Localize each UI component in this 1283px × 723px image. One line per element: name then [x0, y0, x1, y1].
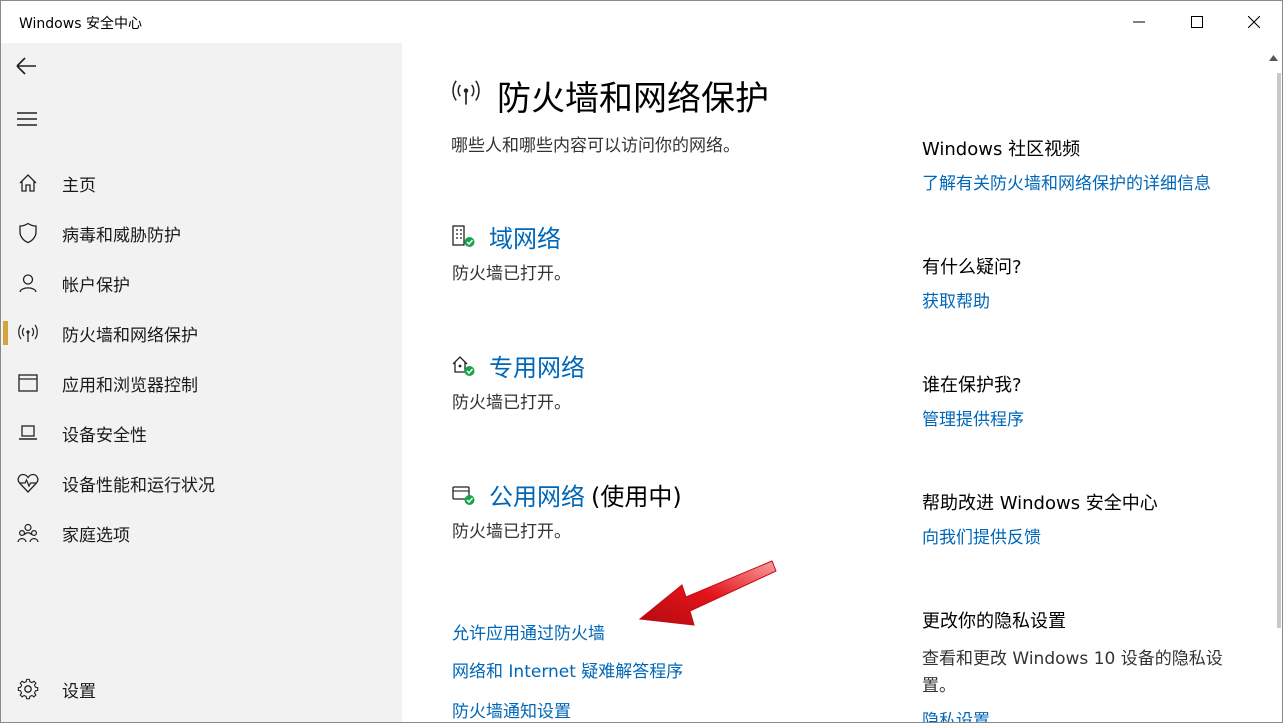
- network-in-use-label: (使用中): [591, 483, 682, 511]
- app-window: Windows 安全中心 主页 病毒和威胁防护 帐户保护 防火墙和网络保护 应用…: [0, 0, 1283, 723]
- heart-pulse-icon: [17, 472, 39, 494]
- gear-icon: [17, 678, 39, 700]
- sidebar-item-home[interactable]: 主页: [1, 161, 402, 205]
- antenna-icon: [450, 78, 482, 110]
- family-icon: [17, 522, 39, 544]
- sidebar-item-settings[interactable]: 设置: [1, 667, 402, 711]
- privacy-heading: 更改你的隐私设置: [922, 611, 1066, 632]
- network-name: 域网络: [489, 225, 561, 253]
- learn-more-link[interactable]: 了解有关防火墙和网络保护的详细信息: [922, 169, 1211, 194]
- home-icon: [17, 172, 39, 194]
- back-arrow-icon: [16, 57, 36, 75]
- sidebar-item-firewall[interactable]: 防火墙和网络保护: [1, 311, 402, 355]
- network-private: 专用网络 防火墙已打开。: [451, 348, 871, 418]
- maximize-button[interactable]: [1169, 1, 1225, 43]
- annotation-arrow-icon: [638, 560, 777, 626]
- network-name-link[interactable]: 专用网络: [489, 348, 585, 383]
- get-help-link[interactable]: 获取帮助: [922, 287, 990, 312]
- minimize-icon: [1133, 21, 1145, 23]
- firewall-notification-settings-link[interactable]: 防火墙通知设置: [452, 697, 571, 722]
- right-panel: Windows 社区视频 了解有关防火墙和网络保护的详细信息 有什么疑问? 获取…: [922, 43, 1262, 722]
- question-heading: 有什么疑问?: [922, 257, 1022, 278]
- title-bar: Windows 安全中心: [1, 1, 1282, 43]
- privacy-description: 查看和更改 Windows 10 设备的隐私设置。: [922, 649, 1223, 696]
- who-protects-heading: 谁在保护我?: [922, 375, 1022, 396]
- give-feedback-link[interactable]: 向我们提供反馈: [922, 523, 1041, 548]
- page-title: 防火墙和网络保护: [497, 79, 769, 119]
- sidebar: 主页 病毒和威胁防护 帐户保护 防火墙和网络保护 应用和浏览器控制 设备安全性 …: [1, 43, 402, 722]
- network-status: 防火墙已打开。: [452, 522, 571, 542]
- sidebar-item-label: 设备安全性: [62, 425, 147, 446]
- network-name: 公用网络: [489, 483, 585, 511]
- network-name-link[interactable]: 域网络: [489, 219, 561, 254]
- active-indicator: [3, 321, 8, 345]
- page-subtitle: 哪些人和哪些内容可以访问你的网络。: [451, 136, 740, 156]
- community-videos-heading: Windows 社区视频: [922, 139, 1081, 160]
- network-public: 公用网络 (使用中) 防火墙已打开。: [451, 477, 871, 547]
- sidebar-item-family-options[interactable]: 家庭选项: [1, 511, 402, 555]
- sidebar-item-label: 设备性能和运行状况: [62, 475, 215, 496]
- privacy-settings-link[interactable]: 隐私设置: [922, 706, 990, 722]
- sidebar-item-device-security[interactable]: 设备安全性: [1, 411, 402, 455]
- network-troubleshooter-link[interactable]: 网络和 Internet 疑难解答程序: [452, 657, 683, 682]
- sidebar-item-label: 应用和浏览器控制: [62, 375, 198, 396]
- network-domain: 域网络 防火墙已打开。: [451, 219, 871, 289]
- sidebar-item-app-browser-control[interactable]: 应用和浏览器控制: [1, 361, 402, 405]
- network-status: 防火墙已打开。: [452, 393, 571, 413]
- sidebar-item-label: 家庭选项: [62, 525, 130, 546]
- scrollbar-thumb[interactable]: [1277, 73, 1281, 628]
- public-network-icon: [451, 481, 477, 507]
- sidebar-item-label: 主页: [62, 175, 96, 196]
- sidebar-item-label: 病毒和威胁防护: [62, 225, 181, 246]
- sidebar-item-virus-protection[interactable]: 病毒和威胁防护: [1, 211, 402, 255]
- hamburger-menu-button[interactable]: [15, 109, 41, 133]
- improve-heading: 帮助改进 Windows 安全中心: [922, 493, 1158, 514]
- network-status: 防火墙已打开。: [452, 264, 571, 284]
- settings-label: 设置: [62, 681, 96, 702]
- sidebar-item-device-health[interactable]: 设备性能和运行状况: [1, 461, 402, 505]
- window-title: Windows 安全中心: [19, 16, 142, 32]
- hamburger-icon: [17, 112, 37, 126]
- private-network-icon: [451, 352, 477, 378]
- browser-window-icon: [17, 372, 39, 394]
- sidebar-item-label: 防火墙和网络保护: [62, 325, 198, 346]
- domain-network-icon: [451, 223, 477, 249]
- manage-providers-link[interactable]: 管理提供程序: [922, 405, 1024, 430]
- person-icon: [17, 272, 39, 294]
- laptop-icon: [17, 422, 39, 444]
- sidebar-item-label: 帐户保护: [62, 275, 130, 296]
- close-button[interactable]: [1226, 1, 1282, 43]
- chevron-up-icon[interactable]: [1269, 55, 1278, 61]
- allow-app-through-firewall-link[interactable]: 允许应用通过防火墙: [452, 619, 605, 644]
- close-icon: [1248, 16, 1260, 28]
- shield-icon: [17, 222, 39, 244]
- network-name: 专用网络: [489, 354, 585, 382]
- sidebar-item-account-protection[interactable]: 帐户保护: [1, 261, 402, 305]
- minimize-button[interactable]: [1111, 1, 1167, 43]
- network-name-link[interactable]: 公用网络 (使用中): [489, 477, 682, 512]
- back-button[interactable]: [13, 53, 43, 81]
- antenna-icon: [17, 322, 39, 344]
- maximize-icon: [1191, 16, 1203, 28]
- vertical-scrollbar[interactable]: [1263, 43, 1282, 722]
